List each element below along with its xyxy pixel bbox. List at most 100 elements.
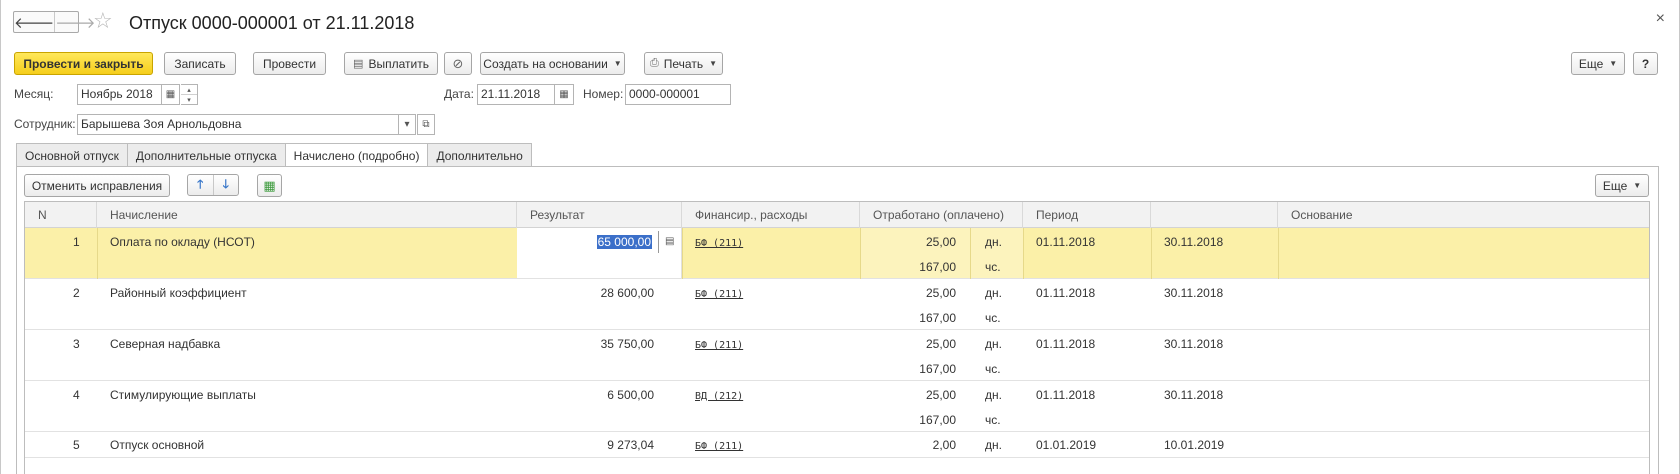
cell-accrual: Оплата по окладу (НСОТ) [110, 235, 255, 249]
forward-button[interactable]: 🡒 [54, 12, 95, 32]
divider [1278, 228, 1279, 279]
table-row[interactable]: 2 Районный коэффициент 28 600,00 БФ (211… [25, 279, 1649, 330]
back-button[interactable]: 🡐 [14, 12, 54, 32]
attach-button[interactable]: ⊘ [444, 52, 472, 75]
calendar-icon[interactable]: ▦ [555, 84, 574, 105]
header-n[interactable]: N [25, 202, 97, 228]
cell-n: 3 [73, 337, 80, 351]
cell-days-unit: дн. [985, 235, 1002, 249]
arrow-up-icon[interactable]: 🡑 [188, 175, 213, 195]
print-label: Печать [663, 56, 704, 71]
arrow-left-icon: 🡐 [14, 14, 55, 32]
title-bar: 🡐 🡒 ☆ Отпуск 0000-000001 от 21.11.2018 × [1, 0, 1679, 46]
result-edit-box[interactable]: 65 000,00 ▤ [517, 228, 682, 278]
open-icon[interactable]: ⧉ [417, 114, 435, 135]
header-result[interactable]: Результат [517, 202, 682, 228]
post-button[interactable]: Провести [253, 52, 326, 75]
finance-link[interactable]: ВД (212) [695, 391, 743, 402]
cell-result: 9 273,04 [607, 438, 654, 452]
calculator-icon[interactable]: ▤ [665, 234, 674, 250]
cell-period-end: 30.11.2018 [1164, 337, 1224, 351]
arrow-down-icon[interactable]: 🡓 [212, 175, 239, 195]
header-worked[interactable]: Отработано (оплачено) [860, 202, 1023, 228]
cancel-corrections-button[interactable]: Отменить исправления [24, 174, 170, 197]
cell-finance[interactable]: БФ (211) [695, 336, 743, 354]
cell-days-unit: дн. [985, 438, 1002, 452]
divider [860, 228, 861, 279]
print-button[interactable]: ⎙ Печать ▼ [644, 52, 723, 75]
month-label: Месяц: [14, 87, 54, 101]
employee-label: Сотрудник: [14, 117, 76, 131]
cell-days: 2,00 [932, 438, 956, 452]
tab-label: Дополнительно [436, 148, 523, 163]
tab-main-vacation[interactable]: Основной отпуск [16, 143, 128, 167]
create-based-on-button[interactable]: Создать на основании ▼ [480, 52, 625, 75]
finance-link[interactable]: БФ (211) [695, 238, 743, 249]
finance-link[interactable]: БФ (211) [695, 340, 743, 351]
create-based-on-label: Создать на основании [483, 56, 608, 71]
divider [970, 228, 971, 279]
cell-hours: 167,00 [919, 362, 956, 376]
cell-finance[interactable]: БФ (211) [695, 285, 743, 303]
header-basis[interactable]: Основание [1278, 202, 1649, 228]
cell-finance[interactable]: ВД (212) [695, 387, 743, 405]
add-row-button[interactable]: ▦ [257, 174, 282, 197]
header-accrual[interactable]: Начисление [97, 202, 517, 228]
table-row[interactable]: 4 Стимулирующие выплаты 6 500,00 ВД (212… [25, 381, 1649, 432]
finance-link[interactable]: БФ (211) [695, 441, 743, 452]
month-field[interactable]: Ноябрь 2018 [77, 84, 162, 105]
calendar-icon[interactable]: ▦ [162, 84, 180, 105]
cell-n: 1 [73, 235, 80, 249]
cell-result: 6 500,00 [607, 388, 654, 402]
cell-hours: 167,00 [919, 413, 956, 427]
cell-days: 25,00 [925, 286, 956, 300]
paperclip-icon: ⊘ [452, 55, 464, 71]
help-button[interactable]: ? [1633, 52, 1658, 75]
dropdown-icon[interactable]: ▾ [399, 114, 416, 135]
header-period[interactable]: Период [1023, 202, 1151, 228]
panel-more-label: Еще [1602, 178, 1628, 193]
tab-additional-vacations[interactable]: Дополнительные отпуска [126, 143, 286, 167]
tab-additional[interactable]: Дополнительно [427, 143, 532, 167]
edit-separator [658, 231, 659, 253]
number-field[interactable]: 0000-000001 [625, 84, 731, 105]
header-period-end[interactable] [1151, 202, 1278, 228]
pay-label: Выплатить [368, 56, 429, 71]
chevron-down-icon: ▼ [1609, 59, 1618, 68]
help-label: ? [1641, 56, 1650, 71]
month-spinner[interactable]: ▴ ▾ [181, 84, 198, 105]
document-window: 🡐 🡒 ☆ Отпуск 0000-000001 от 21.11.2018 ×… [0, 0, 1680, 474]
cell-finance[interactable]: БФ (211) [695, 234, 743, 252]
close-icon[interactable]: × [1656, 10, 1665, 28]
date-field[interactable]: 21.11.2018 [477, 84, 555, 105]
number-label: Номер: [583, 87, 624, 101]
panel-more-button[interactable]: Еще ▼ [1595, 174, 1649, 197]
table-row[interactable]: 5 Отпуск основной 9 273,04 БФ (211) 2,00… [25, 432, 1649, 458]
header-finance[interactable]: Финансир., расходы [682, 202, 860, 228]
table-row[interactable]: 3 Северная надбавка 35 750,00 БФ (211) 2… [25, 330, 1649, 381]
table-add-icon: ▦ [263, 177, 276, 193]
cell-result-editing[interactable]: 65 000,00 [596, 234, 652, 250]
post-and-close-label: Провести и закрыть [23, 56, 144, 71]
tab-accrued-detailed[interactable]: Начислено (подробно) [284, 143, 429, 168]
cell-period-start: 01.11.2018 [1036, 286, 1096, 300]
tab-label: Дополнительные отпуска [135, 148, 277, 163]
cell-hours-unit: чс. [985, 413, 1001, 427]
accruals-table: N Начисление Результат Финансир., расход… [24, 201, 1650, 474]
save-button[interactable]: Записать [164, 52, 236, 75]
post-and-close-button[interactable]: Провести и закрыть [14, 52, 153, 75]
pay-button[interactable]: ▤ Выплатить [344, 52, 438, 75]
cell-hours-unit: чс. [985, 362, 1001, 376]
table-row[interactable]: 1 Оплата по окладу (НСОТ) 65 000,00 ▤ БФ… [25, 228, 1649, 279]
cell-days: 25,00 [925, 337, 956, 351]
employee-field[interactable]: Барышева Зоя Арнольдовна [77, 114, 399, 135]
cell-accrual: Стимулирующие выплаты [110, 388, 256, 402]
favorite-star-icon[interactable]: ☆ [93, 9, 113, 33]
cell-n: 4 [73, 388, 80, 402]
finance-link[interactable]: БФ (211) [695, 289, 743, 300]
cell-finance[interactable]: БФ (211) [695, 437, 743, 455]
more-actions-button[interactable]: Еще ▼ [1571, 52, 1625, 75]
spin-up-icon[interactable]: ▴ [181, 85, 197, 94]
cell-days-unit: дн. [985, 388, 1002, 402]
spin-down-icon[interactable]: ▾ [181, 94, 197, 104]
